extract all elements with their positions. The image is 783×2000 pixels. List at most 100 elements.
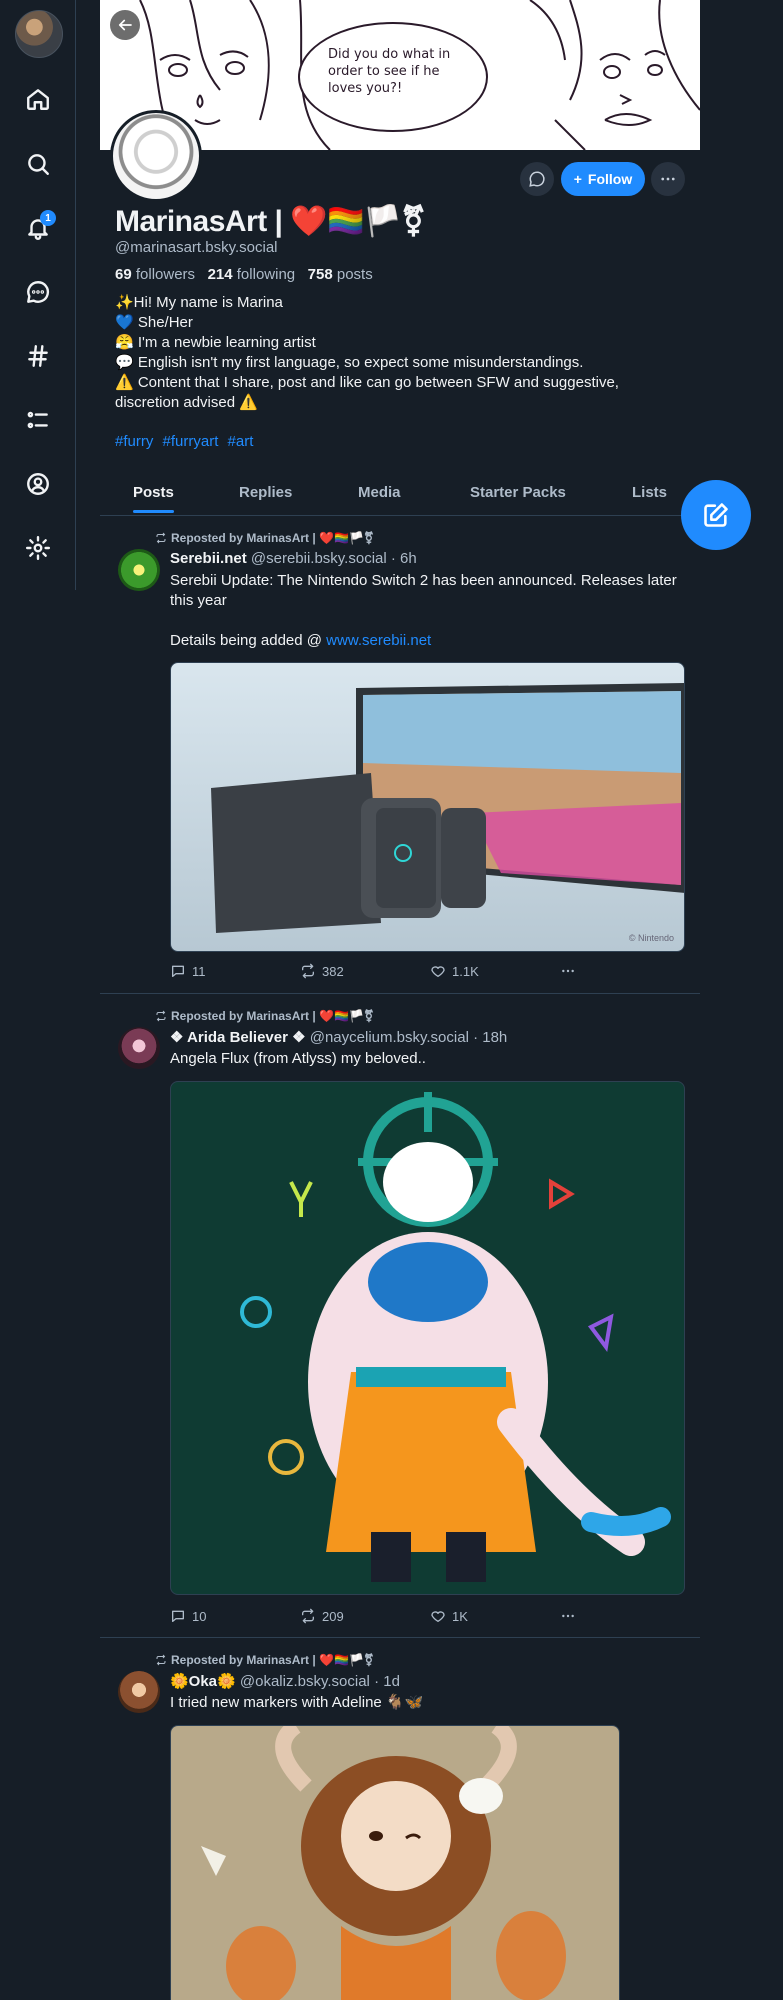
tab-lists[interactable]: Lists: [632, 484, 667, 501]
bio-line: ⚠️ Content that I share, post and like c…: [115, 374, 619, 391]
like-button[interactable]: 1.1K: [430, 963, 479, 979]
hashtag-link[interactable]: #furryart: [163, 433, 219, 450]
back-button[interactable]: [110, 10, 140, 40]
profile-handle: @marinasart.bsky.social: [115, 239, 278, 256]
hashtag-link[interactable]: #furry: [115, 433, 153, 450]
follow-button[interactable]: + Follow: [561, 162, 645, 196]
author-name[interactable]: ❖ Arida Believer ❖: [170, 1029, 306, 1046]
post-header: ❖ Arida Believer ❖ @naycelium.bsky.socia…: [170, 1028, 507, 1046]
profile-icon[interactable]: [18, 464, 58, 504]
post-image[interactable]: [170, 1725, 620, 2000]
reply-button[interactable]: 11: [170, 963, 206, 979]
author-avatar[interactable]: [118, 549, 160, 591]
bio-line: discretion advised ⚠️: [115, 394, 258, 411]
repost-icon: [156, 1654, 166, 1666]
my-avatar[interactable]: [15, 10, 63, 58]
reply-button[interactable]: 10: [170, 1608, 206, 1624]
ellipsis-icon: [562, 1614, 574, 1618]
left-nav-rail: 1: [0, 0, 76, 590]
feeds-hash-icon[interactable]: [18, 336, 58, 376]
hashtag-link[interactable]: #art: [228, 433, 254, 450]
search-icon[interactable]: [18, 144, 58, 184]
lists-icon[interactable]: [18, 400, 58, 440]
post-header: Serebii.net @serebii.bsky.social · 6h: [170, 550, 417, 567]
post-image[interactable]: [170, 1081, 685, 1595]
post-text: Angela Flux (from Atlyss) my beloved..: [170, 1050, 426, 1067]
post-more-button[interactable]: [560, 963, 576, 979]
settings-gear-icon[interactable]: [18, 528, 58, 568]
heart-icon: [431, 1611, 445, 1622]
display-name: MarinasArt | ❤️🏳️‍🌈🏳️⚧: [115, 205, 426, 238]
feed-post[interactable]: Reposted by MarinasArt | ❤️🏳️‍🌈🏳️⚧ 🌼Oka🌼…: [100, 1639, 700, 2000]
profile-stats: 69 followers 214 following 758 posts: [115, 266, 373, 283]
post-time: · 18h: [473, 1029, 508, 1046]
ellipsis-icon: [661, 177, 675, 181]
plus-icon: +: [573, 171, 582, 187]
author-handle[interactable]: @serebii.bsky.social: [251, 550, 387, 567]
author-avatar[interactable]: [118, 1671, 160, 1713]
follow-label: Follow: [587, 171, 633, 187]
repost-icon: [156, 1010, 166, 1022]
arrow-left-icon: [118, 19, 132, 31]
author-handle[interactable]: @naycelium.bsky.social: [310, 1029, 469, 1046]
tab-media[interactable]: Media: [358, 484, 401, 501]
repost-button[interactable]: 382: [300, 963, 344, 979]
post-header: 🌼Oka🌼 @okaliz.bsky.social · 1d: [170, 1672, 400, 1690]
like-button[interactable]: 1K: [430, 1608, 468, 1624]
compose-post-button[interactable]: [681, 480, 751, 550]
home-icon[interactable]: [18, 79, 58, 119]
author-avatar[interactable]: [118, 1027, 160, 1069]
repost-icon: [302, 1608, 314, 1624]
repost-indicator: Reposted by MarinasArt | ❤️🏳️‍🌈🏳️⚧: [155, 531, 374, 545]
post-link[interactable]: www.serebii.net: [326, 632, 431, 649]
ellipsis-icon: [562, 969, 574, 973]
switch-console-image: [211, 683, 684, 933]
post-time: · 1d: [374, 1673, 400, 1690]
post-image[interactable]: © Nintendo: [170, 662, 685, 952]
more-options-button[interactable]: [651, 162, 685, 196]
image-caption: © Nintendo: [628, 933, 674, 943]
message-button[interactable]: [520, 162, 554, 196]
compose-pencil-icon: [704, 503, 728, 527]
tab-starter-packs[interactable]: Starter Packs: [470, 484, 566, 501]
post-body: Serebii Update: The Nintendo Switch 2 ha…: [170, 572, 677, 609]
post-text: I tried new markers with Adeline 🐐🦋: [170, 1694, 424, 1711]
reply-icon: [172, 965, 184, 977]
tab-posts[interactable]: Posts: [133, 484, 174, 513]
feed-post[interactable]: Reposted by MarinasArt | ❤️🏳️‍🌈🏳️⚧ ❖ Ari…: [100, 995, 700, 1638]
character-art-image: [240, 1092, 671, 1582]
bio-line: 💙 She/Her: [115, 314, 193, 331]
repost-button[interactable]: 209: [300, 1608, 344, 1624]
reply-icon: [172, 1610, 184, 1622]
profile-bio: ✨Hi! My name is Marina 💙 She/Her 😤 I'm a…: [115, 293, 690, 413]
repost-indicator: Reposted by MarinasArt | ❤️🏳️‍🌈🏳️⚧: [155, 1653, 374, 1667]
notifications-bell-icon[interactable]: 1: [18, 208, 58, 248]
bio-hashtags: #furry #furryart #art: [115, 433, 258, 450]
author-handle[interactable]: @okaliz.bsky.social: [240, 1673, 370, 1690]
speech-bubble: Did you do what in order to see if he lo…: [298, 22, 488, 132]
posts-count: 758 posts: [307, 266, 373, 283]
profile-avatar[interactable]: [110, 110, 202, 202]
repost-indicator: Reposted by MarinasArt | ❤️🏳️‍🌈🏳️⚧: [155, 1009, 374, 1023]
author-name[interactable]: Serebii.net: [170, 550, 247, 567]
post-more-button[interactable]: [560, 1608, 576, 1624]
post-text: Serebii Update: The Nintendo Switch 2 ha…: [170, 571, 690, 651]
repost-icon: [302, 963, 314, 979]
notification-badge: 1: [40, 210, 56, 226]
followers-link[interactable]: 69 followers: [115, 266, 195, 283]
bio-line: 💬 English isn't my first language, so ex…: [115, 354, 584, 371]
bio-line: 😤 I'm a newbie learning artist: [115, 334, 316, 351]
author-name[interactable]: 🌼Oka🌼: [170, 1673, 236, 1690]
profile-tabs: Posts Replies Media Starter Packs Lists: [100, 476, 700, 516]
tab-replies[interactable]: Replies: [239, 484, 292, 501]
following-link[interactable]: 214 following: [208, 266, 296, 283]
chat-icon[interactable]: [18, 272, 58, 312]
heart-icon: [431, 966, 445, 977]
marker-art-image: [201, 1726, 566, 2000]
repost-icon: [156, 532, 166, 544]
post-body-2: Details being added @: [170, 632, 327, 649]
bio-line: ✨Hi! My name is Marina: [115, 294, 283, 311]
feed-post[interactable]: Reposted by MarinasArt | ❤️🏳️‍🌈🏳️⚧ Sereb…: [100, 517, 700, 994]
post-time: · 6h: [390, 550, 417, 567]
chat-bubble-icon: [529, 171, 545, 187]
